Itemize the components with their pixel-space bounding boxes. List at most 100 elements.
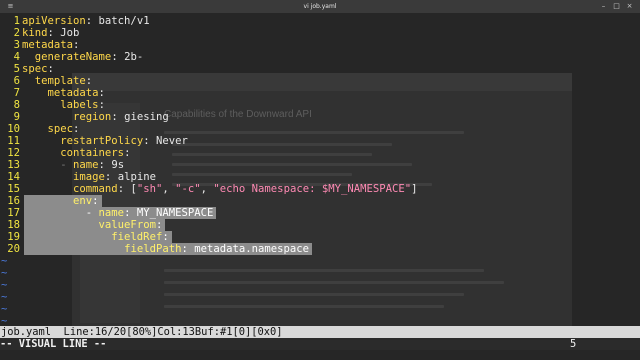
- yaml-value: metadata.namespace: [194, 243, 310, 255]
- list-string-item: "echo Namespace: $MY_NAMESPACE": [213, 183, 412, 195]
- yaml-key: fieldPath: [124, 243, 182, 255]
- yaml-value: Never: [155, 135, 188, 147]
- yaml-separator: :: [92, 195, 99, 207]
- line-content: - name: MY_NAMESPACE: [22, 207, 214, 219]
- code-line[interactable]: 16 env:: [0, 195, 640, 207]
- line-content: fieldPath: metadata.namespace: [22, 243, 309, 255]
- titlebar-left-controls: ≡: [6, 2, 15, 11]
- terminal-editor[interactable]: Capabilities of the Downward API 1 apiVer…: [0, 13, 640, 326]
- line-content: spec:: [22, 123, 80, 135]
- code-line[interactable]: 2 kind: Job: [0, 27, 640, 39]
- maximize-icon[interactable]: □: [612, 2, 621, 11]
- yaml-separator: :: [73, 39, 80, 51]
- line-content: restartPolicy: Never: [22, 135, 188, 147]
- terminal-bottom-strip: [0, 350, 640, 360]
- code-line[interactable]: 15 command: ["sh", "-c", "echo Namespace…: [0, 183, 640, 195]
- yaml-separator: :: [124, 207, 137, 219]
- yaml-key: env: [73, 195, 93, 207]
- line-number: 2: [13, 27, 20, 39]
- line-content: metadata:: [22, 87, 105, 99]
- line-content: - name: 9s: [22, 159, 124, 171]
- line-content: labels:: [22, 99, 105, 111]
- yaml-separator: :: [98, 159, 112, 171]
- window-controls: – □ ×: [599, 2, 634, 11]
- line-number: 3: [13, 39, 20, 51]
- yaml-key: command: [73, 183, 118, 195]
- code-line[interactable]: 13 - name: 9s: [0, 159, 640, 171]
- code-line[interactable]: 3 metadata:: [0, 39, 640, 51]
- list-comma: ,: [200, 183, 214, 195]
- yaml-separator: :: [98, 99, 105, 111]
- yaml-separator: :: [73, 123, 80, 135]
- yaml-separator: :: [98, 87, 105, 99]
- yaml-separator: :: [143, 135, 156, 147]
- code-line[interactable]: 8 labels:: [0, 99, 640, 111]
- yaml-key: spec: [22, 63, 48, 75]
- code-line[interactable]: 7 metadata:: [0, 87, 640, 99]
- line-number: 5: [13, 63, 20, 75]
- code-line[interactable]: 18 valueFrom:: [0, 219, 640, 231]
- code-line[interactable]: 6 template:: [0, 75, 640, 87]
- yaml-separator: :: [111, 51, 125, 63]
- line-content: apiVersion: batch/v1: [22, 15, 150, 27]
- tilde-marker: ~: [1, 267, 8, 279]
- empty-buffer-line: ~: [0, 291, 640, 303]
- line-content: fieldRef:: [22, 231, 168, 243]
- code-line[interactable]: 19 fieldRef:: [0, 231, 640, 243]
- list-close-bracket: ]: [411, 183, 418, 195]
- yaml-value: MY_NAMESPACE: [136, 207, 214, 219]
- code-line[interactable]: 12 containers:: [0, 147, 640, 159]
- code-line[interactable]: 9 region: giesing: [0, 111, 640, 123]
- close-icon[interactable]: ×: [625, 2, 634, 11]
- yaml-key: metadata: [22, 39, 74, 51]
- line-content: kind: Job: [22, 27, 79, 39]
- line-number: 11: [7, 135, 20, 147]
- yaml-key: spec: [47, 123, 74, 135]
- mode-label: -- VISUAL LINE --: [0, 338, 107, 350]
- empty-buffer-line: ~: [0, 279, 640, 291]
- minimize-icon[interactable]: –: [599, 2, 608, 11]
- line-content: command: ["sh", "-c", "echo Namespace: $…: [22, 183, 418, 195]
- line-number: 8: [13, 99, 20, 111]
- yaml-separator: :: [111, 111, 125, 123]
- line-number: 6: [13, 75, 20, 87]
- line-number: 9: [13, 111, 20, 123]
- yaml-value: alpine: [117, 171, 156, 183]
- code-line[interactable]: 1 apiVersion: batch/v1: [0, 15, 640, 27]
- yaml-key: region: [73, 111, 112, 123]
- yaml-value: giesing: [124, 111, 169, 123]
- tilde-marker: ~: [1, 291, 8, 303]
- line-content: valueFrom:: [22, 219, 163, 231]
- menu-icon[interactable]: ≡: [6, 2, 15, 11]
- line-number: 20: [7, 243, 20, 255]
- code-line[interactable]: 4 generateName: 2b-: [0, 51, 640, 63]
- code-line[interactable]: 11 restartPolicy: Never: [0, 135, 640, 147]
- selection-count: 5: [570, 338, 577, 350]
- indent: -: [22, 159, 74, 171]
- window-title: vi job.yaml: [303, 3, 337, 10]
- line-number: 13: [7, 159, 20, 171]
- line-content: containers:: [22, 147, 130, 159]
- list-string-item: "-c": [175, 183, 201, 195]
- line-content: spec:: [22, 63, 54, 75]
- yaml-separator: :: [181, 243, 195, 255]
- editor-buffer[interactable]: 1 apiVersion: batch/v1 2 kind: Job 3 metadata…: [0, 15, 640, 326]
- yaml-separator: :: [155, 219, 163, 231]
- yaml-separator: :: [117, 183, 131, 195]
- code-line[interactable]: 14 image: alpine: [0, 171, 640, 183]
- line-number: 10: [7, 123, 20, 135]
- code-line[interactable]: 17 - name: MY_NAMESPACE: [0, 207, 640, 219]
- code-line[interactable]: 20 fieldPath: metadata.namespace: [0, 243, 640, 255]
- yaml-separator: :: [124, 147, 131, 159]
- window-titlebar: ≡ vi job.yaml – □ ×: [0, 0, 640, 13]
- line-content: generateName: 2b-: [22, 51, 143, 63]
- code-line[interactable]: 10 spec:: [0, 123, 640, 135]
- line-number: 17: [7, 207, 20, 219]
- code-line[interactable]: 5 spec:: [0, 63, 640, 75]
- status-line: job.yaml Line:16/20[80%]Col:13Buf:#1[0][…: [0, 326, 640, 338]
